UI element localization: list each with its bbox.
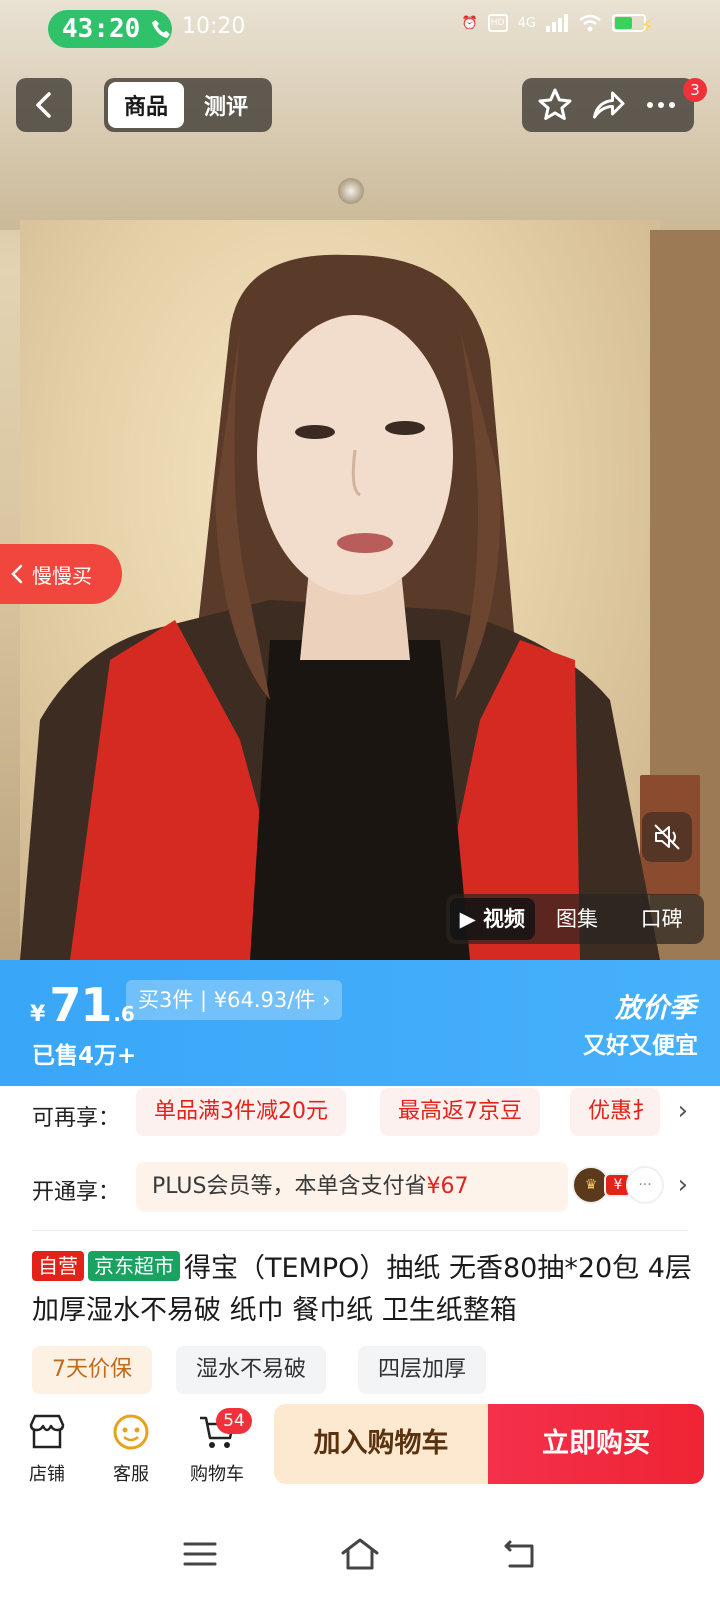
star-icon[interactable]	[537, 87, 573, 123]
media-tab-reviews[interactable]: 口碑	[619, 898, 704, 940]
feature-tag[interactable]: 7天价保	[32, 1346, 152, 1394]
membership-label: 开通享：	[32, 1180, 121, 1205]
home-nav-button[interactable]	[336, 1530, 384, 1578]
more-dots-icon: ···	[626, 1166, 664, 1204]
ongoing-call-pill[interactable]: 43:20	[48, 10, 172, 48]
status-bar: 43:20 10:20 ⏰ HD 4G ⚡	[0, 0, 720, 56]
notification-badge: 3	[683, 78, 707, 102]
charging-icon: ⚡	[640, 14, 655, 38]
promo-subtitle: 又好又便宜	[583, 1033, 698, 1059]
system-nav-bar	[0, 1508, 720, 1600]
price-integer: 71	[49, 978, 112, 1032]
membership-icons[interactable]: ♛ ¥ ···	[572, 1166, 664, 1204]
benefit-chip[interactable]: 单品满3件减20元	[136, 1088, 346, 1136]
back-nav-button[interactable]	[496, 1530, 544, 1578]
mute-button[interactable]	[642, 812, 692, 862]
store-icon	[29, 1414, 65, 1449]
jd-supermarket-tag: 京东超市	[88, 1251, 180, 1281]
service-icon	[113, 1414, 149, 1450]
system-icons: ⏰ HD 4G	[461, 14, 646, 32]
store-button[interactable]: 店铺	[12, 1410, 82, 1486]
back-button[interactable]	[16, 78, 72, 132]
menu-icon	[183, 1542, 217, 1566]
speaker-muted-icon	[654, 824, 680, 850]
product-video[interactable]: 43:20 10:20 ⏰ HD 4G ⚡ 商品 测评 3 慢慢买 ▶ 视频 图…	[0, 0, 720, 960]
hd-icon: HD	[487, 14, 508, 32]
sold-count: 已售4万+	[32, 1043, 137, 1069]
plus-amount: ¥67	[426, 1174, 469, 1199]
alarm-icon: ⏰	[461, 15, 478, 31]
customer-service-button[interactable]: 客服	[96, 1410, 166, 1486]
price-banner: ¥ 71 .6 买3件 | ¥64.93/件 › 已售4万+ 放价季 又好又便宜	[0, 960, 720, 1086]
tab-review[interactable]: 测评	[188, 82, 264, 128]
buy-now-button[interactable]: 立即购买	[488, 1404, 704, 1484]
feature-tag[interactable]: 四层加厚	[358, 1346, 487, 1394]
benefit-chip[interactable]: 优惠扌	[570, 1088, 660, 1136]
more-icon[interactable]	[643, 87, 679, 123]
menu-nav-button[interactable]	[176, 1530, 224, 1578]
divider	[32, 1230, 688, 1231]
chevron-left-icon	[36, 92, 51, 118]
price: ¥ 71 .6	[30, 978, 135, 1032]
chevron-right-icon[interactable]: ›	[678, 1096, 688, 1126]
feature-tag[interactable]: 湿水不易破	[176, 1346, 327, 1394]
network-label: 4G	[517, 15, 536, 31]
tab-product[interactable]: 商品	[108, 82, 184, 128]
chevron-right-icon[interactable]: ›	[678, 1170, 688, 1200]
self-operated-tag: 自营	[32, 1251, 84, 1281]
share-icon[interactable]	[590, 87, 626, 123]
benefit-chip[interactable]: 最高返7京豆	[380, 1088, 540, 1136]
service-label: 客服	[113, 1464, 149, 1485]
presenter-figure	[20, 254, 660, 960]
media-tabs: ▶ 视频 图集 口碑	[446, 894, 704, 944]
plus-membership-chip[interactable]: PLUS会员等，本单含支付省¥67	[136, 1162, 568, 1212]
plus-text: PLUS会员等，本单含支付省	[152, 1174, 427, 1199]
chevron-left-icon	[11, 564, 23, 584]
price-currency: ¥	[30, 1002, 46, 1027]
clock: 10:20	[182, 14, 246, 39]
add-to-cart-button[interactable]: 加入购物车	[274, 1404, 488, 1484]
cart-label: 购物车	[190, 1464, 244, 1485]
slow-buy-button[interactable]: 慢慢买	[0, 544, 122, 604]
return-icon	[504, 1540, 534, 1568]
promo-title: 放价季	[615, 993, 696, 1024]
media-tab-video[interactable]: ▶ 视频	[450, 898, 535, 940]
product-title-block: 自营 京东超市 得宝（TEMPO）抽纸 无香80抽*20包 4层加厚湿水不易破 纸巾…	[32, 1248, 692, 1332]
media-tab-gallery[interactable]: 图集	[535, 898, 620, 940]
extra-benefits-label: 可再享：	[32, 1106, 121, 1131]
wifi-icon	[579, 14, 601, 32]
header-actions	[522, 78, 694, 132]
signal-icon	[546, 14, 568, 32]
home-icon	[341, 1538, 379, 1570]
cart-count-badge: 54	[216, 1408, 252, 1434]
multi-buy-price[interactable]: 买3件 | ¥64.93/件 ›	[126, 980, 343, 1020]
phone-icon	[152, 19, 171, 39]
store-label: 店铺	[29, 1464, 65, 1485]
slow-buy-label: 慢慢买	[32, 563, 92, 588]
header-tabs: 商品 测评	[104, 78, 272, 132]
call-timer: 43:20	[62, 14, 141, 44]
